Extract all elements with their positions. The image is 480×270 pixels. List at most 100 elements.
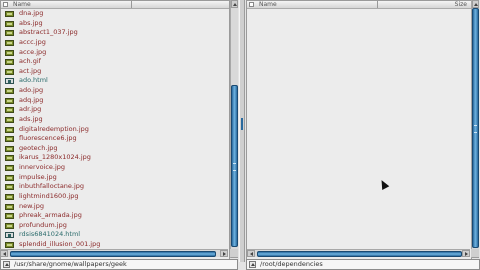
file-row[interactable]: digitalredemption.jpg [1, 125, 229, 135]
image-file-icon [5, 165, 14, 171]
file-row[interactable]: adq.jpg [1, 96, 229, 106]
scroll-up-arrow-icon[interactable] [472, 0, 479, 8]
image-file-icon [5, 126, 14, 133]
image-file-icon [5, 203, 14, 210]
scroll-left-arrow-icon[interactable] [0, 250, 8, 257]
right-path-field[interactable]: /root/dependencies [246, 259, 480, 270]
image-file-icon [5, 242, 14, 248]
column-separator[interactable] [131, 1, 132, 8]
image-file-icon [5, 30, 14, 37]
image-file-icon [5, 39, 14, 46]
column-separator[interactable] [377, 1, 378, 8]
file-row[interactable]: fluorescence6.jpg [1, 134, 229, 144]
file-row[interactable]: ach.gif [1, 57, 229, 67]
image-file-icon [5, 193, 14, 200]
left-path-text[interactable]: /usr/share/gnome/wallpapers/geek [14, 260, 127, 269]
scroll-up-arrow-icon[interactable] [231, 0, 238, 8]
file-row[interactable]: dna.jpg [1, 9, 229, 19]
scroll-corner [230, 249, 238, 257]
right-horizontal-scrollbar[interactable] [247, 249, 470, 257]
file-row[interactable]: innervoice.jpg [1, 163, 229, 173]
left-horizontal-scrollbar[interactable] [0, 249, 228, 257]
right-horizontal-scroll-thumb[interactable] [257, 251, 462, 257]
image-file-icon [5, 97, 14, 104]
size-column-header[interactable]: Size [455, 1, 467, 8]
file-name: ads.jpg [19, 114, 43, 123]
html-file-icon [5, 78, 14, 85]
file-row[interactable]: abstract1_037.jpg [1, 28, 229, 38]
file-name: geotech.jpg [19, 143, 58, 152]
left-vertical-scrollbar[interactable] [230, 0, 238, 258]
left-file-pane[interactable]: Name dna.jpg abs.jpg abstract1_037.jpg accc… [0, 0, 230, 260]
pane-splitter[interactable] [239, 0, 245, 262]
image-file-icon [5, 222, 14, 229]
right-file-pane[interactable]: Name Size [246, 0, 472, 260]
file-row[interactable]: inbuthfalloctane.jpg [1, 182, 229, 192]
file-row[interactable]: ads.jpg [1, 115, 229, 125]
file-row[interactable]: ikarus_1280x1024.jpg [1, 153, 229, 163]
left-path-field[interactable]: /usr/share/gnome/wallpapers/geek [0, 259, 238, 270]
file-name: ach.gif [19, 57, 41, 66]
left-file-list[interactable]: dna.jpg abs.jpg abstract1_037.jpg accc.jpg a… [1, 9, 229, 250]
image-file-icon [5, 174, 14, 181]
left-column-header[interactable]: Name [1, 1, 229, 9]
left-vertical-scroll-thumb[interactable] [231, 85, 238, 247]
file-name: adq.jpg [19, 95, 44, 104]
file-row[interactable]: accc.jpg [1, 38, 229, 48]
file-row[interactable]: lightmind1600.jpg [1, 192, 229, 202]
file-name: act.jpg [19, 66, 42, 75]
left-horizontal-scroll-thumb[interactable] [10, 251, 216, 257]
file-name: digitalredemption.jpg [19, 124, 89, 133]
file-row[interactable]: phreak_armada.jpg [1, 211, 229, 221]
right-column-header[interactable]: Name Size [247, 1, 471, 9]
file-name: accc.jpg [19, 37, 46, 46]
file-row[interactable]: acce.jpg [1, 48, 229, 58]
sort-icon[interactable] [249, 2, 254, 7]
image-file-icon [5, 88, 14, 94]
file-name: rdsis6841024.html [19, 230, 81, 239]
scroll-corner [471, 249, 479, 257]
image-file-icon [5, 145, 14, 152]
image-file-icon [5, 155, 14, 162]
file-row[interactable]: new.jpg [1, 202, 229, 212]
name-column-header[interactable]: Name [13, 1, 31, 8]
file-row[interactable]: abs.jpg [1, 19, 229, 29]
file-row[interactable]: profundum.jpg [1, 221, 229, 231]
scroll-right-arrow-icon[interactable] [462, 250, 470, 257]
image-file-icon [5, 11, 14, 17]
image-file-icon [5, 59, 14, 66]
image-file-icon [5, 20, 14, 27]
right-path-text[interactable]: /root/dependencies [260, 260, 323, 269]
file-name: ado.html [19, 76, 48, 85]
image-file-icon [5, 213, 14, 220]
image-file-icon [5, 184, 14, 191]
file-name: profundum.jpg [19, 220, 67, 229]
splitter-grip-icon [241, 118, 243, 130]
scroll-right-arrow-icon[interactable] [220, 250, 228, 257]
file-row[interactable]: impulse.jpg [1, 173, 229, 183]
file-row[interactable]: adr.jpg [1, 105, 229, 115]
file-name: fluorescence6.jpg [19, 134, 77, 143]
file-name: impulse.jpg [19, 172, 57, 181]
image-file-icon [5, 116, 14, 123]
scroll-left-arrow-icon[interactable] [247, 250, 255, 257]
grip-icon [233, 163, 236, 171]
file-name: lightmind1600.jpg [19, 191, 79, 200]
sort-icon[interactable] [3, 2, 8, 7]
right-vertical-scrollbar[interactable] [471, 0, 479, 258]
file-name: abs.jpg [19, 18, 43, 27]
file-row[interactable]: act.jpg [1, 67, 229, 77]
grip-icon [474, 125, 477, 133]
file-row[interactable]: ado.jpg [1, 86, 229, 96]
file-name: ikarus_1280x1024.jpg [19, 153, 91, 162]
file-row[interactable]: ado.html [1, 76, 229, 86]
file-row[interactable]: rdsis6841024.html [1, 230, 229, 240]
image-file-icon [5, 68, 14, 75]
parent-directory-icon[interactable] [3, 261, 10, 268]
file-row[interactable]: geotech.jpg [1, 144, 229, 154]
name-column-header[interactable]: Name [259, 1, 277, 8]
file-name: adr.jpg [19, 105, 42, 114]
image-file-icon [5, 136, 14, 143]
parent-directory-icon[interactable] [249, 261, 256, 268]
right-vertical-scroll-thumb[interactable] [472, 8, 479, 248]
